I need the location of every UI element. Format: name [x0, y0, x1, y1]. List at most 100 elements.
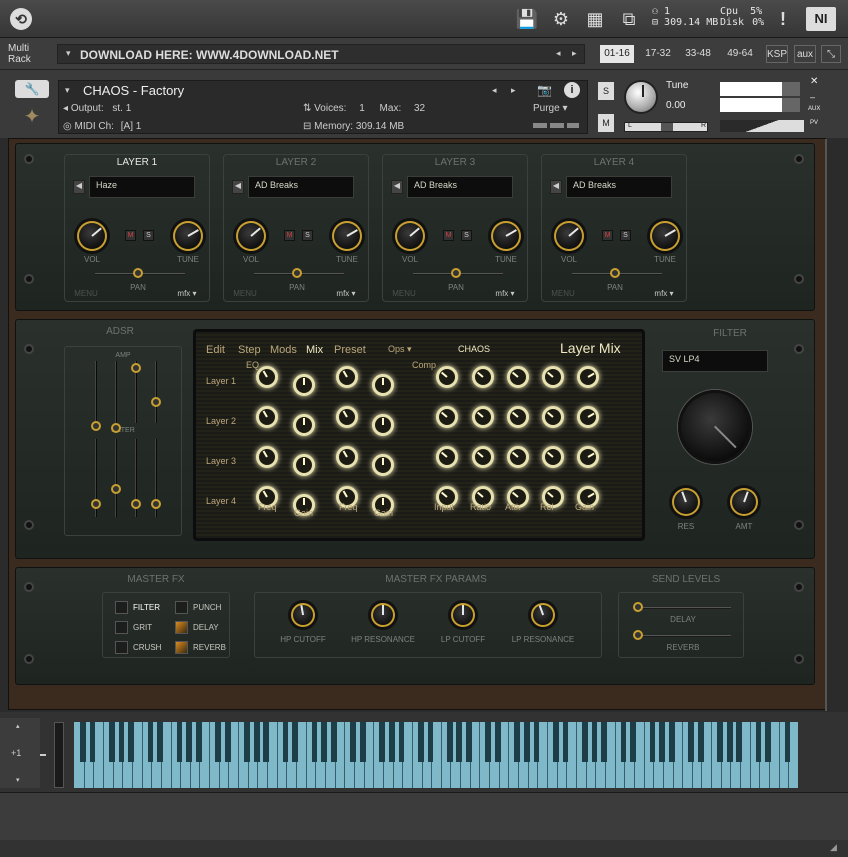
black-key[interactable] — [224, 722, 231, 762]
amp-fader-handle[interactable] — [151, 397, 161, 407]
menu-label[interactable]: MENU — [389, 289, 419, 298]
eq-knob[interactable] — [293, 374, 315, 396]
black-key[interactable] — [562, 722, 569, 762]
black-key[interactable] — [398, 722, 405, 762]
comp-knob[interactable] — [472, 406, 494, 428]
black-key[interactable] — [581, 722, 588, 762]
prev-arrow-icon[interactable]: ◂ — [492, 85, 497, 96]
save-icon[interactable]: 💾 — [512, 4, 542, 34]
eq-knob[interactable] — [293, 454, 315, 476]
black-key[interactable] — [736, 722, 743, 762]
comp-knob[interactable] — [507, 406, 529, 428]
black-key[interactable] — [186, 722, 192, 762]
black-key[interactable] — [282, 722, 289, 762]
black-key[interactable] — [263, 722, 270, 762]
black-key[interactable] — [620, 722, 627, 762]
comp-knob[interactable] — [577, 446, 599, 468]
octave-down-icon[interactable]: ▾ — [16, 776, 20, 784]
wrench-icon[interactable]: 🔧 — [15, 80, 49, 98]
master-param-knob[interactable] — [451, 603, 475, 627]
mfx-menu[interactable]: mfx ▾ — [328, 289, 364, 298]
comp-knob[interactable] — [436, 406, 458, 428]
layer-preset-display[interactable]: Haze — [89, 176, 195, 198]
black-key[interactable] — [244, 722, 250, 762]
midi-value[interactable]: [A] 1 — [121, 121, 142, 132]
vol-knob[interactable] — [395, 221, 425, 251]
kontakt-logo-icon[interactable]: ⟲ — [10, 8, 32, 30]
tab-01-16[interactable]: 01-16 — [600, 45, 634, 63]
speaker-icon[interactable]: ◀ — [73, 180, 85, 194]
eq-knob[interactable] — [336, 406, 358, 428]
layer-title[interactable]: LAYER 1 — [65, 157, 209, 168]
delay-send-handle[interactable] — [633, 602, 643, 612]
mfx-menu[interactable]: mfx ▾ — [646, 289, 682, 298]
fx-toggle-delay[interactable] — [175, 621, 188, 634]
mfx-menu[interactable]: mfx ▾ — [169, 289, 205, 298]
layer-solo-button[interactable]: S — [302, 230, 313, 241]
comp-knob[interactable] — [436, 446, 458, 468]
tab-33-48[interactable]: 33-48 — [680, 45, 716, 63]
tune-knob[interactable] — [491, 221, 521, 251]
black-key[interactable] — [253, 722, 260, 762]
max-value[interactable]: 32 — [414, 103, 425, 114]
black-key[interactable] — [147, 722, 154, 762]
close-icon[interactable]: ✕ — [810, 76, 818, 87]
amp-fader-handle[interactable] — [131, 363, 141, 373]
master-param-knob[interactable] — [371, 603, 395, 627]
octave-up-icon[interactable]: ▴ — [16, 722, 20, 730]
eq-knob[interactable] — [256, 406, 278, 428]
black-key[interactable] — [330, 722, 337, 762]
layer-preset-display[interactable]: AD Breaks — [407, 176, 513, 198]
eq-knob[interactable] — [336, 366, 358, 388]
tab-edit[interactable]: Edit — [206, 344, 225, 356]
black-key[interactable] — [157, 722, 163, 762]
black-key[interactable] — [379, 722, 386, 762]
tab-mix[interactable]: Mix — [306, 344, 323, 356]
black-key[interactable] — [321, 722, 328, 762]
black-key[interactable] — [784, 722, 791, 762]
black-key[interactable] — [601, 722, 608, 762]
minimize-view-icon[interactable]: ⧉ — [614, 4, 644, 34]
tune-knob[interactable] — [173, 221, 203, 251]
black-key[interactable] — [456, 722, 463, 762]
layer-solo-button[interactable]: S — [620, 230, 631, 241]
info-icon[interactable]: i — [564, 82, 580, 98]
amp-fader-handle[interactable] — [111, 423, 121, 433]
output-value[interactable]: st. 1 — [112, 103, 131, 114]
tab-preset[interactable]: Preset — [334, 344, 366, 356]
pan-handle[interactable] — [610, 268, 620, 278]
mute-button[interactable]: M — [598, 114, 614, 132]
next-arrow-icon[interactable]: ▸ — [572, 48, 577, 59]
black-key[interactable] — [524, 722, 530, 762]
pan-handle[interactable] — [292, 268, 302, 278]
fx-toggle-punch[interactable] — [175, 601, 188, 614]
master-param-knob[interactable] — [291, 603, 315, 627]
pv-button[interactable]: PV — [810, 120, 818, 126]
speaker-icon[interactable]: ◀ — [391, 180, 403, 194]
pitch-wheel[interactable] — [54, 722, 64, 788]
vol-knob[interactable] — [554, 221, 584, 251]
comp-knob[interactable] — [542, 406, 564, 428]
black-key[interactable] — [89, 722, 96, 762]
cutoff-knob[interactable] — [678, 390, 752, 464]
black-key[interactable] — [552, 722, 559, 762]
octave-control[interactable]: ▴ +1 ▾ — [0, 718, 40, 788]
aux-button[interactable]: AUX — [808, 106, 820, 112]
pan-handle[interactable] — [451, 268, 461, 278]
next-arrow-icon[interactable]: ▸ — [511, 85, 516, 96]
black-key[interactable] — [466, 722, 472, 762]
camera-icon[interactable]: 📷 — [537, 83, 552, 97]
comp-knob[interactable] — [577, 406, 599, 428]
eq-knob[interactable] — [372, 374, 394, 396]
black-key[interactable] — [417, 722, 424, 762]
black-key[interactable] — [485, 722, 492, 762]
black-key[interactable] — [514, 722, 521, 762]
black-key[interactable] — [118, 722, 125, 762]
black-key[interactable] — [350, 722, 357, 762]
tab-mods[interactable]: Mods — [270, 344, 297, 356]
pan-handle[interactable] — [661, 123, 673, 131]
comp-knob[interactable] — [436, 366, 458, 388]
layer-mute-button[interactable]: M — [443, 230, 454, 241]
comp-knob[interactable] — [507, 446, 529, 468]
black-key[interactable] — [755, 722, 762, 762]
